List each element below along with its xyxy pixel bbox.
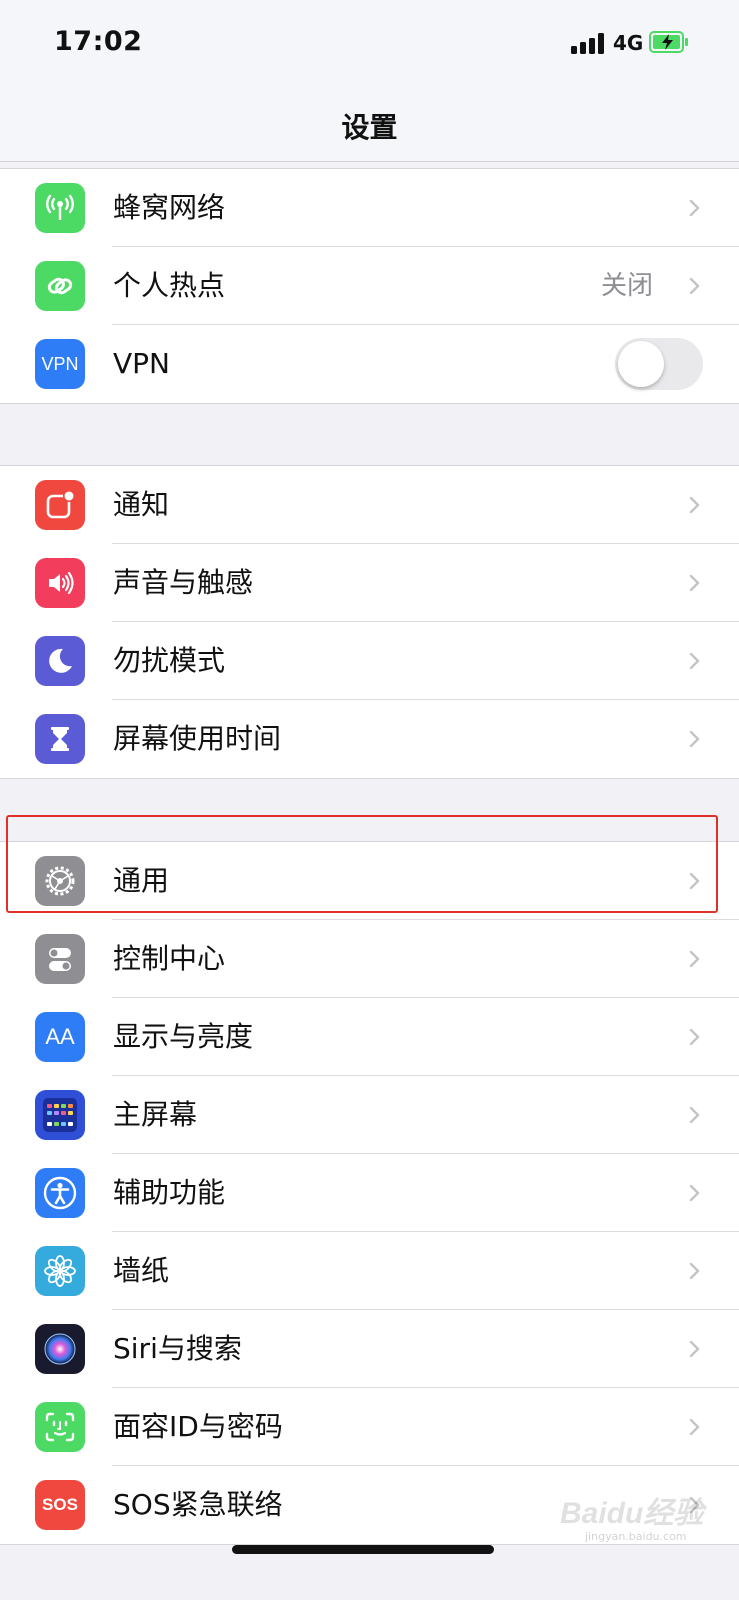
chevron-right-icon — [689, 200, 700, 216]
settings-row-do-not-disturb[interactable]: 勿扰模式 — [0, 622, 739, 700]
row-label: 控制中心 — [113, 942, 226, 975]
hourglass-icon — [35, 714, 85, 764]
control-center-icon — [35, 934, 85, 984]
toggle-knob — [618, 341, 664, 387]
chevron-right-icon — [689, 1341, 700, 1357]
row-label: VPN — [113, 347, 170, 380]
battery-charging-icon — [649, 31, 688, 53]
chevron-right-icon — [689, 1263, 700, 1279]
hotspot-icon — [35, 261, 85, 311]
highlight-annotation-box — [6, 815, 718, 913]
row-label: SOS紧急联络 — [113, 1488, 283, 1521]
page-title: 设置 — [341, 111, 398, 144]
chevron-right-icon — [689, 1419, 700, 1435]
row-label: 屏幕使用时间 — [113, 722, 282, 755]
display-icon: AA — [35, 1012, 85, 1062]
chevron-right-icon — [689, 1185, 700, 1201]
row-label: Siri与搜索 — [113, 1332, 242, 1365]
settings-row-notifications[interactable]: 通知 — [0, 466, 739, 544]
sound-icon — [35, 558, 85, 608]
settings-row-wallpaper[interactable]: 墙纸 — [0, 1232, 739, 1310]
settings-row-accessibility[interactable]: 辅助功能 — [0, 1154, 739, 1232]
status-time: 17:02 — [54, 26, 143, 57]
cellular-icon — [35, 183, 85, 233]
home-indicator[interactable] — [232, 1545, 494, 1554]
status-bar: 17:02 4G — [0, 0, 739, 96]
siri-icon — [35, 1324, 85, 1374]
row-label: 声音与触感 — [113, 566, 254, 599]
chevron-right-icon — [689, 278, 700, 294]
settings-row-cellular[interactable]: 蜂窝网络 — [0, 169, 739, 247]
settings-row-sounds[interactable]: 声音与触感 — [0, 544, 739, 622]
row-label: 个人热点 — [113, 269, 226, 302]
chevron-right-icon — [689, 497, 700, 513]
sos-icon: SOS — [35, 1480, 85, 1530]
home-screen-icon — [35, 1090, 85, 1140]
network-type: 4G — [613, 31, 644, 55]
settings-row-siri[interactable]: Siri与搜索 — [0, 1310, 739, 1388]
signal-strength-icon — [571, 32, 607, 54]
settings-row-display[interactable]: AA 显示与亮度 — [0, 998, 739, 1076]
chevron-right-icon — [689, 1107, 700, 1123]
settings-group-network: 蜂窝网络 个人热点 关闭 VPN VPN — [0, 168, 739, 404]
row-label: 墙纸 — [113, 1254, 170, 1287]
vpn-toggle[interactable] — [615, 338, 703, 390]
settings-row-vpn: VPN VPN — [0, 325, 739, 403]
settings-row-hotspot[interactable]: 个人热点 关闭 — [0, 247, 739, 325]
wallpaper-icon — [35, 1246, 85, 1296]
chevron-right-icon — [689, 731, 700, 747]
row-label: 显示与亮度 — [113, 1020, 254, 1053]
row-label: 通知 — [113, 488, 170, 521]
chevron-right-icon — [689, 575, 700, 591]
baidu-watermark: Baidu经验 — [560, 1497, 704, 1530]
baidu-watermark-url: jingyan.baidu.com — [585, 1530, 687, 1543]
vpn-icon: VPN — [35, 339, 85, 389]
chevron-right-icon — [689, 1029, 700, 1045]
settings-row-face-id[interactable]: 面容ID与密码 — [0, 1388, 739, 1466]
row-label: 面容ID与密码 — [113, 1410, 283, 1443]
chevron-right-icon — [689, 653, 700, 669]
notifications-icon — [35, 480, 85, 530]
hotspot-status-value: 关闭 — [600, 271, 653, 301]
face-id-icon — [35, 1402, 85, 1452]
accessibility-icon — [35, 1168, 85, 1218]
settings-group-notifications: 通知 声音与触感 勿扰模式 屏幕使用时间 — [0, 465, 739, 779]
navigation-bar: 设置 — [0, 96, 739, 162]
row-label: 勿扰模式 — [113, 644, 226, 677]
moon-icon — [35, 636, 85, 686]
settings-row-control-center[interactable]: 控制中心 — [0, 920, 739, 998]
settings-row-home-screen[interactable]: 主屏幕 — [0, 1076, 739, 1154]
chevron-right-icon — [689, 951, 700, 967]
settings-group-general: 通用 控制中心 AA 显示与亮度 主屏幕 辅助功能 墙纸 Siri与搜索 面容I… — [0, 841, 739, 1545]
row-label: 蜂窝网络 — [113, 191, 226, 224]
row-label: 主屏幕 — [113, 1098, 198, 1131]
row-label: 辅助功能 — [113, 1176, 226, 1209]
settings-row-screen-time[interactable]: 屏幕使用时间 — [0, 700, 739, 778]
